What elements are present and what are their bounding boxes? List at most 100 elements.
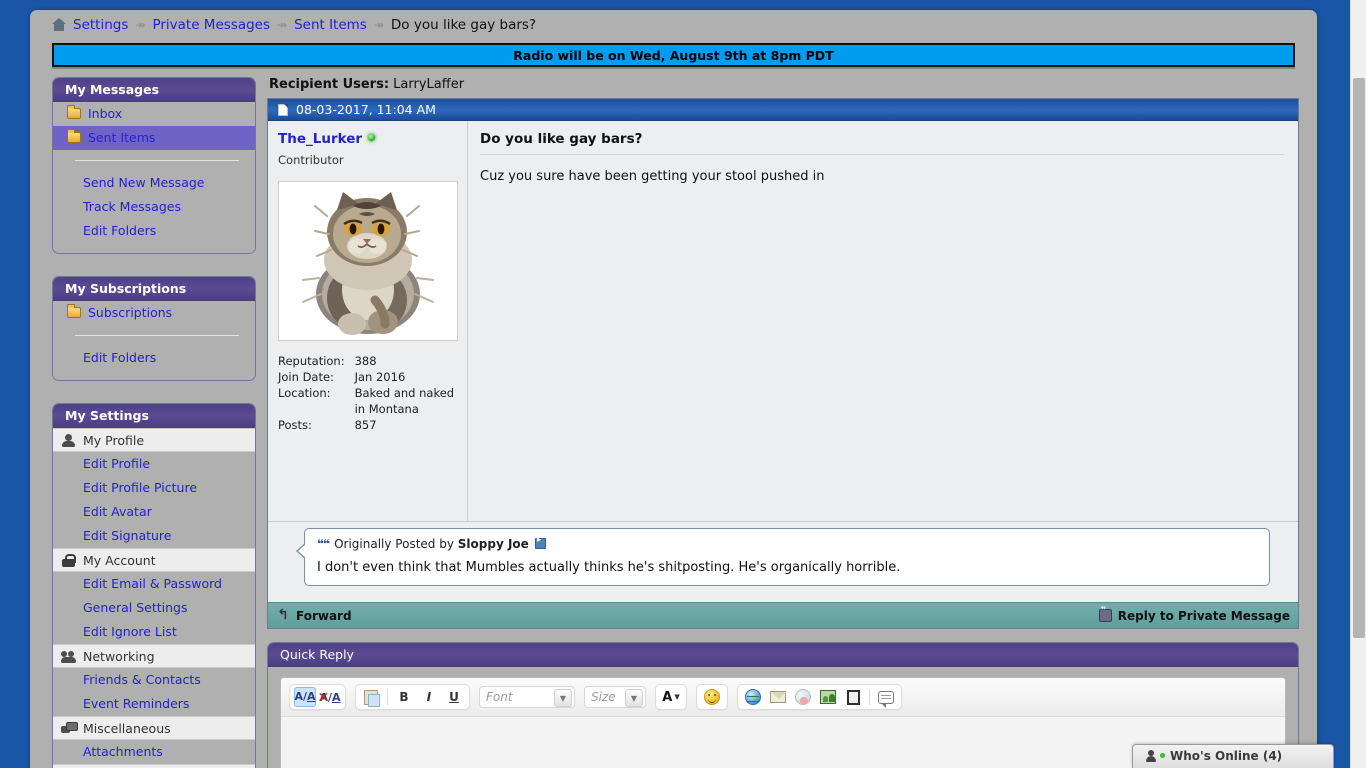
author-usertitle: Contributor bbox=[278, 153, 344, 167]
sidebar-item-label[interactable]: Event Reminders bbox=[83, 696, 189, 711]
sidebar-item-friends-contacts[interactable]: Friends & Contacts bbox=[53, 668, 255, 692]
font-size-select[interactable]: Size ▼ bbox=[584, 686, 646, 708]
chevron-down-icon[interactable]: ▼ bbox=[625, 689, 643, 707]
sidebar-item-subscriptions[interactable]: Subscriptions bbox=[53, 301, 255, 325]
reply-to-private-message-button[interactable]: Reply to Private Message bbox=[1098, 603, 1290, 629]
sidebar-item-inbox[interactable]: Inbox bbox=[53, 102, 255, 126]
private-message-container: 08-03-2017, 11:04 AM The_Lurker Contribu… bbox=[267, 98, 1299, 629]
smilies-icon[interactable] bbox=[701, 687, 723, 707]
sidebar-item-label[interactable]: Edit Folders bbox=[83, 350, 156, 365]
toolbar-group-color: A ▼ bbox=[655, 684, 687, 710]
italic-icon[interactable]: I bbox=[418, 687, 440, 707]
sidebar-item-general-settings[interactable]: General Settings bbox=[53, 596, 255, 620]
browser-scrollbar[interactable] bbox=[1350, 0, 1366, 768]
author-username[interactable]: The_Lurker bbox=[278, 131, 362, 147]
chevron-down-icon[interactable]: ▼ bbox=[554, 689, 572, 707]
stat-row: Reputation: 388 bbox=[278, 353, 457, 369]
sidebar-group-my-profile: My Profile bbox=[53, 428, 255, 452]
remove-formatting-icon[interactable]: A/A bbox=[317, 687, 341, 707]
sidebar-item-label[interactable]: Edit Avatar bbox=[83, 504, 152, 519]
message-timestamp-bar: 08-03-2017, 11:04 AM bbox=[268, 99, 1298, 121]
insert-quote-icon[interactable] bbox=[875, 687, 897, 708]
sidebar-item-sent-items[interactable]: Sent Items bbox=[53, 126, 255, 150]
sidebar-item-edit-email-password[interactable]: Edit Email & Password bbox=[53, 572, 255, 596]
stat-key: Location: bbox=[278, 386, 331, 400]
breadcrumb-item-sent-items[interactable]: Sent Items bbox=[294, 17, 367, 33]
cat-avatar-icon bbox=[279, 182, 457, 340]
toolbar-group-mode: A/A A/A bbox=[289, 684, 346, 710]
sidebar-item-label[interactable]: Edit Ignore List bbox=[83, 624, 177, 639]
sidebar-item-event-reminders[interactable]: Event Reminders bbox=[53, 692, 255, 716]
font-family-select[interactable]: Font ▼ bbox=[479, 686, 575, 708]
sidebar-divider bbox=[75, 335, 239, 336]
sidebar-item-track-messages[interactable]: Track Messages bbox=[53, 195, 255, 219]
online-status-dot-icon bbox=[1160, 753, 1165, 758]
underline-icon[interactable]: U bbox=[443, 687, 465, 707]
sidebar-item-edit-avatar[interactable]: Edit Avatar bbox=[53, 500, 255, 524]
sidebar-item-label[interactable]: Send New Message bbox=[83, 175, 204, 190]
sidebar-item-label[interactable]: General Settings bbox=[83, 600, 188, 615]
sidebar-item-label[interactable]: Friends & Contacts bbox=[83, 672, 201, 687]
paste-icon[interactable] bbox=[360, 687, 382, 707]
goto-post-icon[interactable] bbox=[534, 535, 546, 549]
sidebar-item-send-new-message[interactable]: Send New Message bbox=[53, 171, 255, 195]
sidebar-item-label[interactable]: Edit Profile bbox=[83, 456, 150, 471]
sidebar-item-label[interactable]: Track Messages bbox=[83, 199, 181, 214]
sidebar-item-edit-profile[interactable]: Edit Profile bbox=[53, 452, 255, 476]
sidebar-block-title: My Messages bbox=[53, 78, 255, 102]
sidebar-block-title: My Settings bbox=[53, 404, 255, 428]
sidebar-item-label[interactable]: Edit Signature bbox=[83, 528, 171, 543]
toggle-editor-mode-icon[interactable]: A/A bbox=[294, 687, 316, 707]
bold-icon[interactable]: B bbox=[393, 687, 415, 707]
forward-button[interactable]: ↰ Forward bbox=[276, 603, 351, 629]
sidebar: My Messages Inbox Sent Items Send New Me… bbox=[52, 77, 256, 768]
sidebar-item-label[interactable]: Subscriptions bbox=[88, 305, 172, 320]
sidebar-item-label[interactable]: Edit Folders bbox=[83, 223, 156, 238]
avatar[interactable] bbox=[278, 181, 458, 341]
recipient-users-value: LarryLaffer bbox=[393, 77, 465, 92]
sidebar-item-edit-folders[interactable]: Edit Folders bbox=[53, 219, 255, 243]
sidebar-item-label[interactable]: Edit Email & Password bbox=[83, 576, 222, 591]
sidebar-item-label[interactable]: Edit Profile Picture bbox=[83, 480, 197, 495]
breadcrumb-item-settings[interactable]: Settings bbox=[73, 17, 128, 33]
insert-image-icon[interactable] bbox=[817, 687, 839, 707]
message-area: Recipient Users: LarryLaffer 08-03-2017,… bbox=[267, 77, 1299, 768]
insert-video-icon[interactable] bbox=[842, 687, 864, 707]
stat-value: 388 bbox=[354, 354, 377, 368]
sidebar-group-blog[interactable]: Blog bbox=[53, 764, 255, 768]
font-color-icon[interactable]: A ▼ bbox=[660, 687, 682, 707]
remove-link-icon[interactable] bbox=[792, 687, 814, 707]
author-stats: Reputation: 388 Join Date: Jan 2016 Loca… bbox=[278, 353, 457, 433]
page-root: Settings ↠ Private Messages ↠ Sent Items ↠ Do … bbox=[0, 0, 1366, 768]
home-icon[interactable] bbox=[52, 18, 66, 31]
toolbar-group-insert bbox=[737, 684, 902, 710]
scrollbar-thumb[interactable] bbox=[1353, 78, 1365, 638]
lock-icon bbox=[61, 554, 76, 567]
breadcrumb-item-private-messages[interactable]: Private Messages bbox=[152, 17, 270, 33]
insert-link-icon[interactable] bbox=[742, 687, 764, 707]
stat-row: Location: Baked and naked in Montana bbox=[278, 385, 457, 417]
quote-box: ❝❝ Originally Posted by Sloppy Joe I don'… bbox=[296, 528, 1270, 586]
whos-online-widget[interactable]: Who's Online (4) bbox=[1132, 744, 1334, 768]
sidebar-item-edit-ignore-list[interactable]: Edit Ignore List bbox=[53, 620, 255, 644]
sidebar-item-label[interactable]: Attachments bbox=[83, 744, 163, 759]
sidebar-item-attachments[interactable]: Attachments bbox=[53, 740, 255, 764]
stat-value: Jan 2016 bbox=[354, 370, 406, 384]
online-status-icon bbox=[367, 133, 377, 142]
quote-header: ❝❝ Originally Posted by Sloppy Joe bbox=[317, 535, 1257, 551]
editor-toolbar: A/A A/A B I bbox=[281, 678, 1285, 716]
insert-email-icon[interactable] bbox=[767, 687, 789, 707]
sidebar-group-networking: Networking bbox=[53, 644, 255, 668]
sidebar-item-edit-signature[interactable]: Edit Signature bbox=[53, 524, 255, 548]
sidebar-item-label[interactable]: Inbox bbox=[88, 106, 122, 121]
reply-label: Reply to Private Message bbox=[1117, 608, 1290, 623]
breadcrumb-separator-icon: ↠ bbox=[277, 18, 288, 32]
sidebar-item-label[interactable]: Sent Items bbox=[88, 130, 155, 145]
quote-text: I don't even think that Mumbles actually… bbox=[317, 560, 901, 575]
breadcrumb: Settings ↠ Private Messages ↠ Sent Items ↠ Do … bbox=[30, 10, 1317, 40]
sidebar-item-edit-profile-picture[interactable]: Edit Profile Picture bbox=[53, 476, 255, 500]
recipient-users-label: Recipient Users: bbox=[269, 77, 390, 92]
author-username-row[interactable]: The_Lurker bbox=[278, 131, 457, 147]
sidebar-item-subscription-edit-folders[interactable]: Edit Folders bbox=[53, 346, 255, 370]
sidebar-block-my-subscriptions: My Subscriptions Subscriptions Edit Fold… bbox=[52, 276, 256, 381]
